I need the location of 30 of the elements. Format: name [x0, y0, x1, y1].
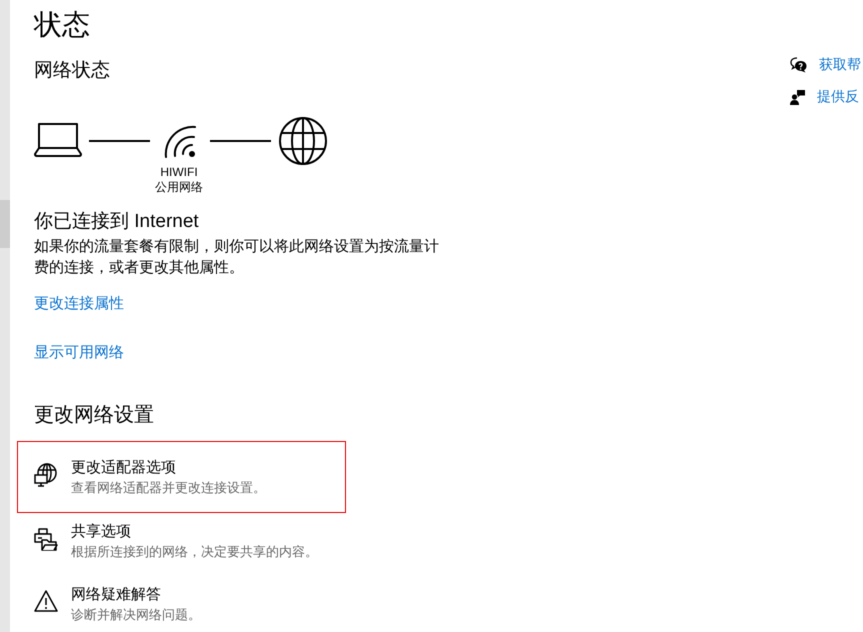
description-text: 如果你的流量套餐有限制，则你可以将此网络设置为按流量计费的连接，或者更改其他属性。	[34, 237, 440, 278]
status-heading: 你已连接到 Internet	[34, 210, 199, 234]
option-description: 查看网络适配器并更改连接设置。	[71, 479, 266, 497]
connector-line	[89, 140, 150, 142]
page-title: 状态	[34, 8, 90, 42]
laptop-icon	[34, 123, 82, 157]
settings-option[interactable]: 更改适配器选项 查看网络适配器并更改连接设置。	[17, 441, 346, 513]
option-description: 诊断并解决网络问题。	[71, 606, 201, 624]
help-icon	[790, 56, 807, 72]
connector-line	[210, 140, 271, 142]
text-link[interactable]: 更改连接属性	[34, 294, 124, 314]
person-speech-icon	[790, 88, 805, 104]
globe-monitor-icon	[34, 463, 58, 487]
help-link[interactable]: 提供反	[817, 86, 859, 107]
network-name: HIWIFI	[160, 165, 198, 180]
section-heading: 更改网络设置	[34, 403, 154, 428]
settings-option[interactable]: 共享选项 根据所连接到的网络，决定要共享的内容。	[17, 513, 346, 576]
option-title: 更改适配器选项	[71, 458, 176, 478]
option-description: 根据所连接到的网络，决定要共享的内容。	[71, 543, 318, 561]
globe-icon	[279, 117, 327, 165]
settings-option[interactable]: 网络疑难解答 诊断并解决网络问题。	[17, 576, 346, 632]
section-heading: 网络状态	[34, 59, 110, 83]
text-link[interactable]: 显示可用网络	[34, 343, 124, 363]
option-title: 网络疑难解答	[71, 585, 161, 605]
option-title: 共享选项	[71, 522, 131, 542]
printer-folder-icon	[34, 528, 58, 551]
help-link[interactable]: 获取帮	[819, 54, 861, 75]
network-type: 公用网络	[155, 180, 203, 195]
scrollbar-thumb[interactable]	[0, 200, 10, 248]
warning-icon	[34, 590, 58, 612]
